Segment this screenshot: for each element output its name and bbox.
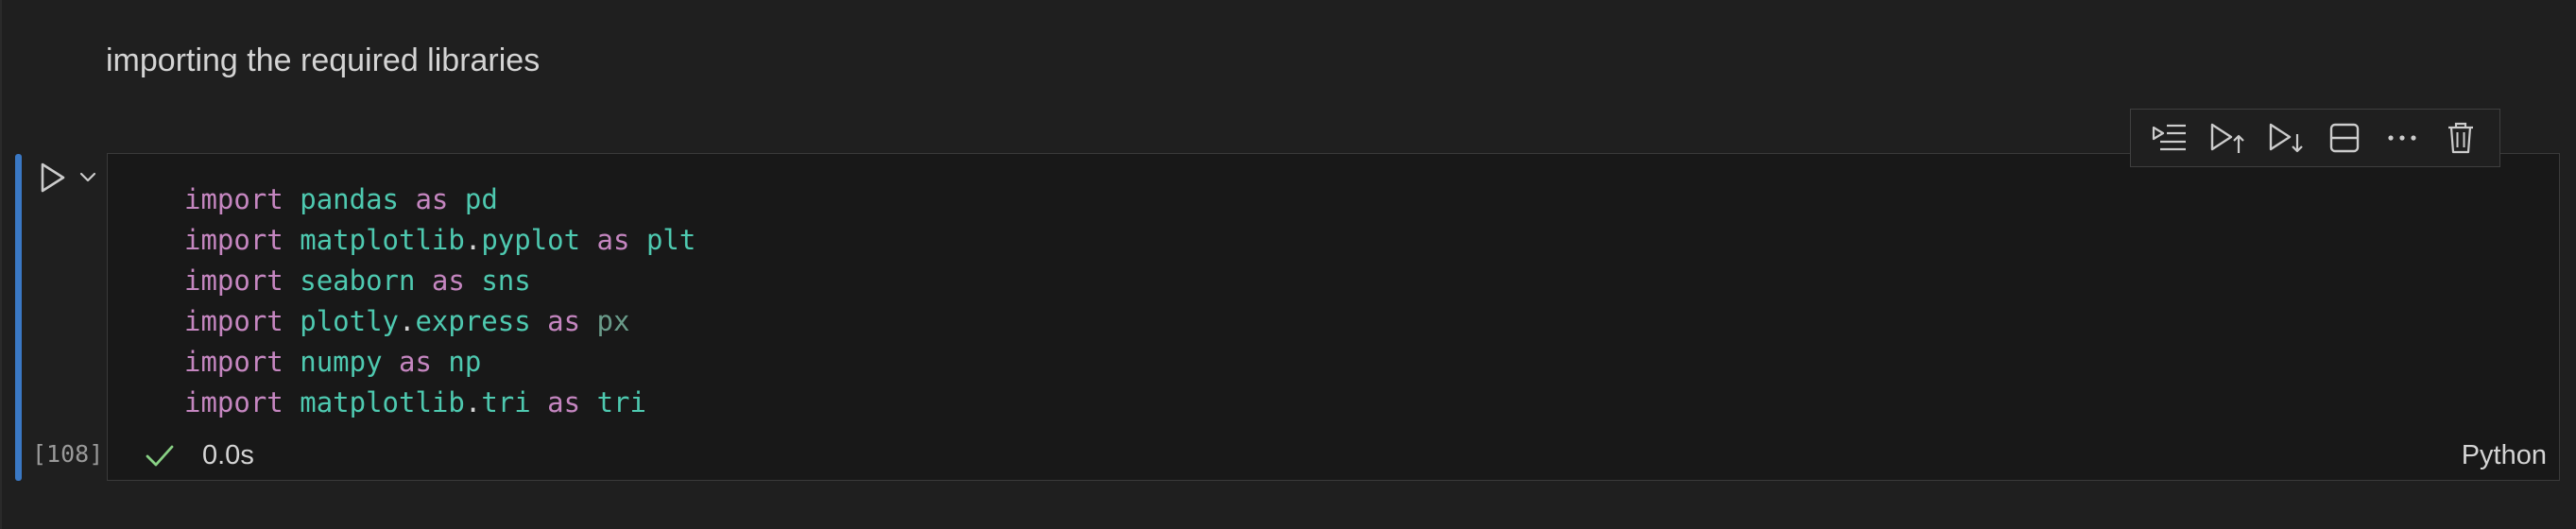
code-token: .	[464, 386, 482, 418]
code-token: import	[184, 305, 283, 337]
left-divider	[0, 0, 2, 529]
code-token: px	[596, 305, 630, 337]
chevron-down-icon	[79, 171, 96, 182]
code-token: seaborn	[300, 264, 416, 297]
execution-count: [108]	[32, 440, 104, 468]
more-actions-button[interactable]	[2379, 114, 2426, 162]
code-token: as	[399, 346, 432, 378]
code-token: plt	[645, 224, 696, 256]
code-token: numpy	[300, 346, 383, 378]
code-line: import matplotlib.tri as tri	[184, 383, 696, 423]
kernel-language-picker[interactable]: Python	[2462, 440, 2547, 471]
cell-toolbar	[2130, 109, 2500, 167]
code-token: pd	[464, 183, 498, 215]
play-icon	[39, 162, 67, 194]
code-token: as	[596, 224, 630, 256]
code-line: import matplotlib.pyplot as plt	[184, 220, 696, 261]
execution-time: 0.0s	[202, 440, 254, 470]
code-token: tri	[596, 386, 646, 418]
ellipsis-icon	[2386, 133, 2418, 143]
code-token: plotly	[300, 305, 399, 337]
execute-above-icon	[2208, 121, 2246, 155]
run-options-dropdown[interactable]	[76, 162, 100, 191]
execute-below-icon	[2267, 121, 2305, 155]
code-token: as	[547, 386, 581, 418]
cell-focus-indicator	[15, 154, 22, 481]
code-line: import plotly.express as px	[184, 301, 696, 342]
code-line: import numpy as np	[184, 342, 696, 383]
trash-icon	[2447, 121, 2475, 155]
run-by-line-button[interactable]	[2146, 114, 2193, 162]
code-line: import seaborn as sns	[184, 261, 696, 301]
code-token: tri	[481, 386, 531, 418]
code-block[interactable]: import pandas as pd import matplotlib.pyp…	[184, 179, 696, 423]
code-token: as	[415, 183, 449, 215]
code-token: import	[184, 183, 283, 215]
code-token: import	[184, 346, 283, 378]
split-cell-icon	[2328, 122, 2361, 154]
execute-above-button[interactable]	[2204, 114, 2251, 162]
code-token: matplotlib	[300, 386, 465, 418]
run-cell-button[interactable]	[34, 159, 72, 196]
delete-cell-button[interactable]	[2437, 114, 2484, 162]
code-token: sns	[481, 264, 531, 297]
markdown-cell-text[interactable]: importing the required libraries	[106, 38, 540, 83]
code-token: .	[399, 305, 416, 337]
check-icon	[144, 442, 176, 470]
code-token: np	[448, 346, 482, 378]
split-cell-button[interactable]	[2321, 114, 2368, 162]
code-token: import	[184, 386, 283, 418]
code-token: pandas	[300, 183, 399, 215]
code-token: import	[184, 224, 283, 256]
code-line: import pandas as pd	[184, 179, 696, 220]
run-by-line-icon	[2151, 122, 2189, 154]
execute-below-button[interactable]	[2262, 114, 2310, 162]
code-token: express	[415, 305, 531, 337]
code-token: matplotlib	[300, 224, 465, 256]
code-token: as	[431, 264, 465, 297]
code-token: pyplot	[481, 224, 581, 256]
code-token: import	[184, 264, 283, 297]
code-token: as	[547, 305, 581, 337]
code-token: .	[464, 224, 482, 256]
notebook-view: importing the required libraries import …	[0, 0, 2576, 529]
